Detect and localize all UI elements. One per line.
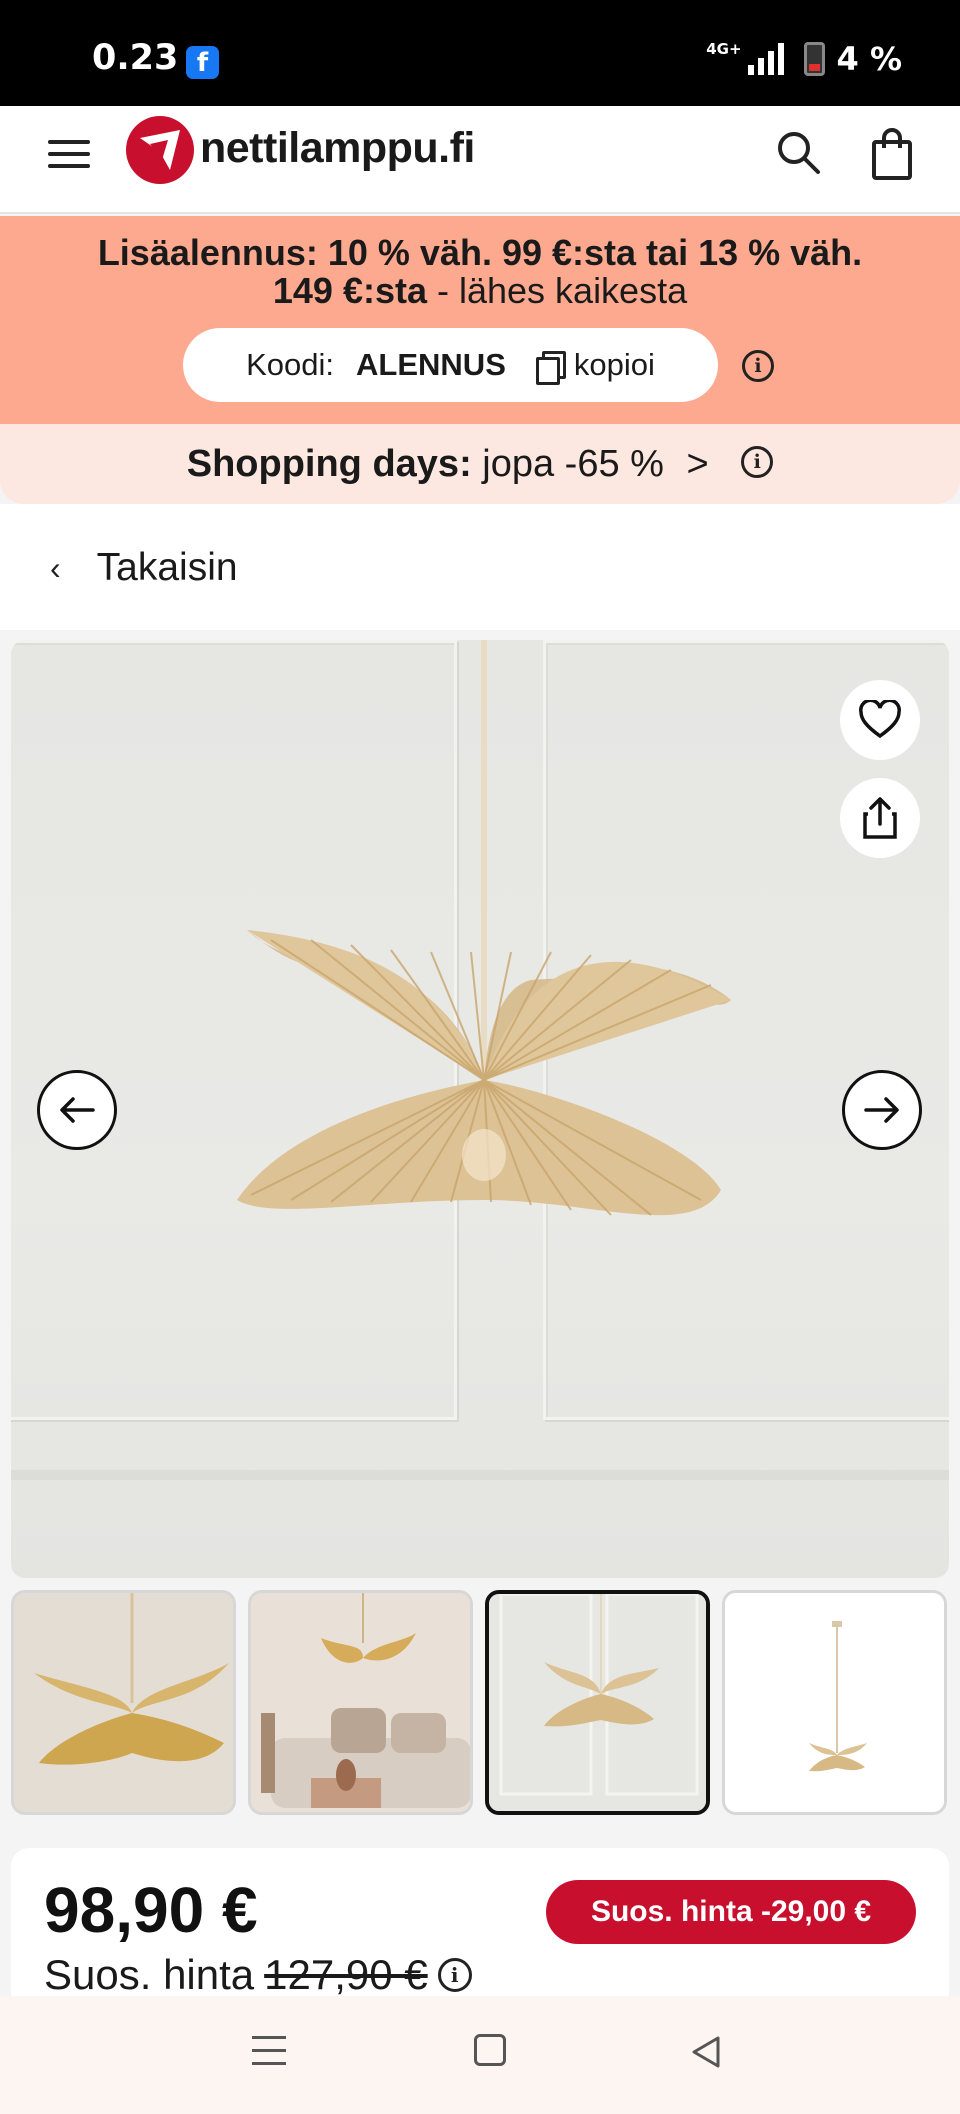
shopping-days-info-icon[interactable]: i bbox=[741, 445, 774, 478]
logo-text[interactable]: nettilamppu.fi bbox=[200, 124, 475, 173]
code-label: Koodi: bbox=[246, 347, 335, 382]
status-bar: 0.23 f 4G+ 4 % bbox=[0, 0, 960, 106]
copy-button[interactable]: kopioi bbox=[574, 347, 655, 383]
site-header: nettilamppu.fi bbox=[0, 106, 960, 214]
previous-image-arrow-icon[interactable] bbox=[37, 1070, 117, 1150]
discount-code: ALENNUS bbox=[356, 347, 506, 382]
battery-icon bbox=[803, 42, 825, 76]
promo-banner: Lisäalennus: 10 % väh. 99 €:sta tai 13 %… bbox=[0, 216, 960, 424]
discount-code-pill[interactable]: Koodi: ALENNUS kopioi bbox=[183, 328, 718, 402]
discount-badge: Suos. hinta -29,00 € bbox=[546, 1880, 916, 1944]
network-type: 4G+ bbox=[706, 40, 742, 58]
reference-price-label: Suos. hinta bbox=[44, 1951, 255, 1998]
reference-price-row: Suos. hinta 127,90 € i bbox=[44, 1951, 472, 1999]
current-price: 98,90 € bbox=[44, 1874, 258, 1946]
shopping-days-banner[interactable]: Shopping days: jopa -65 % > i bbox=[0, 424, 960, 504]
thumbnail-living-room bbox=[251, 1593, 470, 1812]
chevron-left-icon: ‹ bbox=[50, 549, 61, 586]
thumbnail-4[interactable] bbox=[722, 1590, 947, 1815]
home-icon[interactable] bbox=[474, 2034, 506, 2066]
system-navigation-bar bbox=[0, 1996, 960, 2114]
thumbnail-1[interactable] bbox=[11, 1590, 236, 1815]
battery-percent: 4 % bbox=[836, 40, 902, 78]
reference-price-value: 127,90 € bbox=[264, 1951, 428, 1998]
product-main-image[interactable] bbox=[11, 640, 949, 1578]
shopping-bag-icon[interactable] bbox=[866, 126, 918, 182]
signal-icon bbox=[747, 43, 784, 75]
copy-icon[interactable] bbox=[535, 351, 566, 385]
thumbnail-2[interactable] bbox=[248, 1590, 473, 1815]
price-card: 98,90 € Suos. hinta -29,00 € Suos. hinta… bbox=[11, 1848, 949, 2008]
search-icon[interactable] bbox=[774, 128, 826, 180]
status-indicators: 4G+ 4 % bbox=[706, 40, 902, 78]
pendant-lamp-illustration bbox=[237, 640, 731, 1216]
recents-icon[interactable] bbox=[252, 2036, 286, 2068]
back-row: ‹ Takaisin bbox=[0, 504, 960, 630]
thumbnail-3-selected[interactable] bbox=[485, 1590, 710, 1815]
status-time: 0.23 bbox=[92, 38, 179, 78]
back-triangle-icon[interactable] bbox=[686, 2032, 726, 2072]
share-icon[interactable] bbox=[840, 778, 920, 858]
thumbnail-lamp-cutout bbox=[725, 1593, 944, 1812]
favorite-heart-icon[interactable] bbox=[840, 680, 920, 760]
price-info-icon[interactable]: i bbox=[437, 1958, 472, 1992]
promo-threshold: 149 €:sta bbox=[272, 270, 427, 311]
thumbnail-lamp-closeup bbox=[14, 1593, 233, 1812]
promo-subline: 149 €:sta - lähes kaikesta bbox=[0, 272, 960, 310]
shopping-days-text: jopa -65 % bbox=[471, 443, 664, 485]
thumbnail-lamp-on-wall bbox=[489, 1594, 706, 1811]
facebook-notification-icon: f bbox=[186, 46, 219, 79]
logo-icon[interactable] bbox=[126, 116, 194, 184]
promo-headline: Lisäalennus: 10 % väh. 99 €:sta tai 13 %… bbox=[97, 232, 863, 273]
next-image-arrow-icon[interactable] bbox=[842, 1070, 922, 1150]
promo-scope: - lähes kaikesta bbox=[426, 270, 688, 311]
shopping-days-label: Shopping days: bbox=[186, 443, 472, 485]
menu-icon[interactable] bbox=[48, 134, 90, 176]
chevron-right-icon: > bbox=[686, 443, 709, 485]
back-label: Takaisin bbox=[96, 546, 238, 589]
promo-info-icon[interactable]: i bbox=[742, 350, 774, 382]
back-link[interactable]: ‹ Takaisin bbox=[50, 546, 238, 590]
